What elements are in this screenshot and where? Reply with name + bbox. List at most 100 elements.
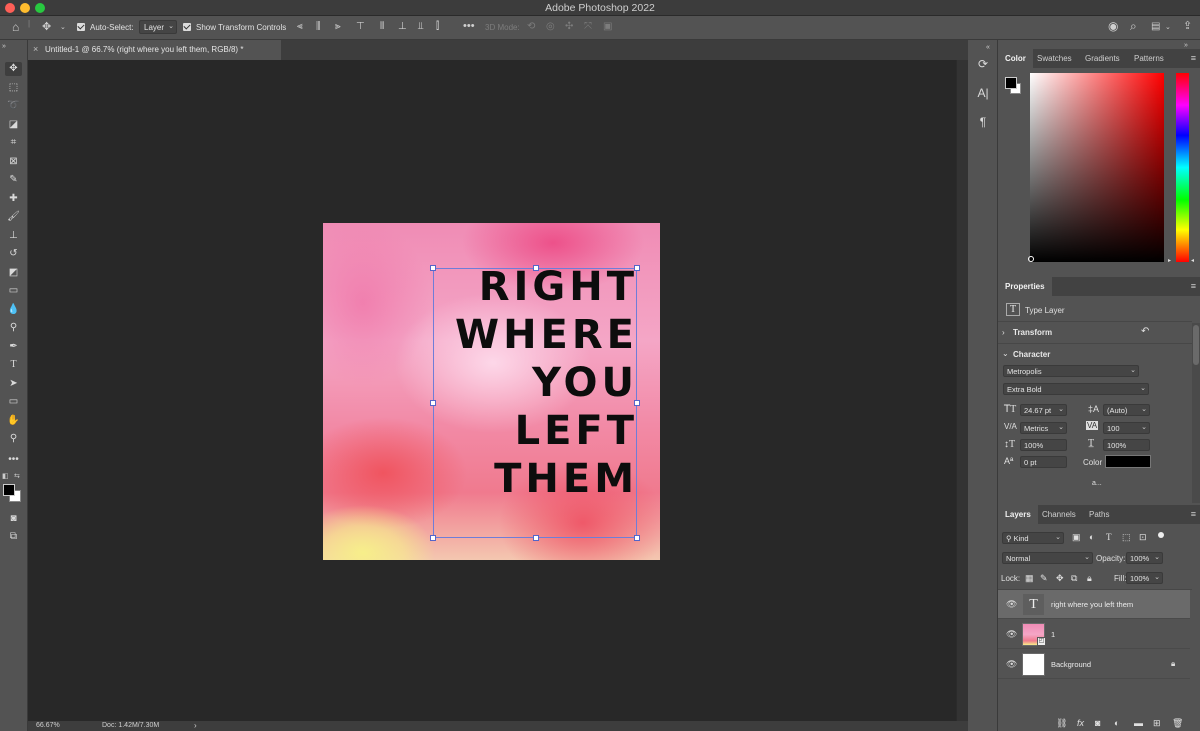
home-icon[interactable]: ⌂	[12, 21, 19, 33]
color-foreground-swatch[interactable]	[1005, 77, 1017, 89]
tab-paths[interactable]: Paths	[1082, 505, 1116, 524]
font-family-dropdown[interactable]: Metropolis ⌄	[1003, 365, 1139, 377]
layer-row[interactable]: 👁︎ T right where you left them	[998, 590, 1190, 619]
character-panel-icon[interactable]: A|	[975, 86, 991, 102]
distribute-horizontal-icon[interactable]: ⫿	[436, 22, 439, 32]
collapse-icon[interactable]: «	[986, 43, 990, 53]
rectangle-tool-icon[interactable]: ▭	[5, 395, 22, 409]
transform-bounding-box[interactable]	[433, 268, 637, 538]
clone-stamp-tool-icon[interactable]: ⊥	[5, 229, 22, 243]
baseline-shift-field[interactable]: 0 pt	[1020, 456, 1067, 468]
healing-brush-tool-icon[interactable]: ✚	[5, 192, 22, 206]
quick-mask-icon[interactable]: ◙	[5, 512, 22, 526]
move-tool-icon[interactable]: ✥	[5, 62, 22, 76]
collapse-icon[interactable]: »	[2, 42, 6, 52]
transform-handle[interactable]	[430, 535, 436, 541]
reset-icon[interactable]: ↶	[1141, 326, 1149, 337]
lock-all-icon[interactable]: 🔒︎	[1087, 573, 1092, 584]
search-icon[interactable]: ⌕	[1130, 20, 1137, 32]
new-layer-icon[interactable]: ⊞	[1153, 718, 1161, 729]
tab-gradients[interactable]: Gradients	[1078, 49, 1127, 68]
close-icon[interactable]: ×	[33, 44, 38, 54]
chevron-down-icon[interactable]: ⌄	[1165, 23, 1171, 33]
more-options-link[interactable]: a...	[1092, 480, 1102, 487]
lock-image-icon[interactable]: ✎	[1040, 573, 1048, 584]
transform-handle[interactable]	[634, 400, 640, 406]
transform-handle[interactable]	[634, 535, 640, 541]
hue-slider[interactable]	[1176, 73, 1189, 262]
filter-type-icon[interactable]: T	[1106, 532, 1112, 542]
layer-row[interactable]: 👁︎ ◰ 1	[998, 620, 1190, 649]
chevron-down-icon[interactable]: ⌄	[1002, 349, 1009, 358]
blur-tool-icon[interactable]: 💧	[5, 303, 22, 317]
zoom-level[interactable]: 66.67%	[36, 722, 60, 729]
object-select-tool-icon[interactable]: ◪	[5, 118, 22, 132]
hue-slider-thumb[interactable]: ▸	[1168, 257, 1171, 264]
opacity-field[interactable]: 100% ⌄	[1126, 552, 1163, 564]
link-layers-icon[interactable]: ⛓	[1056, 718, 1067, 729]
align-left-icon[interactable]: ⫷	[297, 22, 303, 32]
share-icon[interactable]: ⇪	[1183, 21, 1192, 32]
align-right-icon[interactable]: ⫸	[335, 22, 341, 32]
add-mask-icon[interactable]: ◙	[1095, 718, 1100, 728]
workspace-icon[interactable]: ▤	[1151, 22, 1160, 32]
tab-swatches[interactable]: Swatches	[1030, 49, 1079, 68]
align-center-icon[interactable]: ⫼	[316, 22, 321, 32]
eye-icon[interactable]: 👁︎	[1006, 629, 1017, 640]
foreground-color-swatch[interactable]	[3, 484, 15, 496]
transform-handle[interactable]	[533, 265, 539, 271]
pen-tool-icon[interactable]: ✒	[5, 340, 22, 354]
panel-menu-icon[interactable]: ≡	[1191, 281, 1196, 291]
lock-artboard-icon[interactable]: ⧉	[1071, 573, 1077, 584]
align-top-icon[interactable]: ⊤	[356, 22, 365, 32]
transform-section-title[interactable]: Transform	[1013, 328, 1052, 337]
gradient-tool-icon[interactable]: ▭	[5, 284, 22, 298]
paragraph-panel-icon[interactable]: ¶	[975, 115, 991, 131]
dodge-tool-icon[interactable]: ⚲	[5, 321, 22, 335]
horizontal-scale-field[interactable]: 100%	[1103, 439, 1150, 451]
edit-toolbar-icon[interactable]: •••	[5, 453, 22, 467]
transform-handle[interactable]	[430, 400, 436, 406]
lasso-tool-icon[interactable]: ➰	[5, 99, 22, 113]
default-colors-icon[interactable]: ◧	[2, 472, 9, 480]
leading-field[interactable]: (Auto) ⌄	[1103, 404, 1150, 416]
chevron-down-icon[interactable]: ⌄	[60, 23, 66, 33]
chevron-right-icon[interactable]: ›	[194, 721, 197, 730]
text-color-swatch[interactable]	[1105, 455, 1151, 468]
eraser-tool-icon[interactable]: ◩	[5, 266, 22, 280]
panel-menu-icon[interactable]: ≡	[1191, 53, 1196, 63]
brush-tool-icon[interactable]: 🖌	[5, 210, 22, 224]
filter-smart-object-icon[interactable]: ⊡	[1139, 532, 1147, 543]
layer-style-icon[interactable]: fx	[1077, 718, 1084, 728]
hue-slider-thumb-right[interactable]: ◂	[1191, 257, 1194, 264]
layer-name[interactable]: right where you left them	[1051, 600, 1133, 609]
eye-icon[interactable]: 👁︎	[1006, 659, 1017, 670]
align-bottom-icon[interactable]: ⫫	[418, 22, 424, 32]
screen-mode-icon[interactable]: ⧉	[5, 530, 22, 544]
tab-patterns[interactable]: Patterns	[1127, 49, 1171, 68]
distribute-vertical-icon[interactable]: ⫴	[380, 22, 384, 32]
vertical-scale-field[interactable]: 100%	[1020, 439, 1067, 451]
frame-tool-icon[interactable]: ⊠	[5, 155, 22, 169]
learn-icon[interactable]: ◉	[1108, 20, 1118, 32]
zoom-tool-icon[interactable]: ⚲	[5, 432, 22, 446]
layer-row[interactable]: 👁︎ Background 🔒︎	[998, 650, 1190, 679]
tab-color[interactable]: Color	[998, 49, 1033, 68]
tab-channels[interactable]: Channels	[1035, 505, 1083, 524]
align-middle-icon[interactable]: ⊥	[398, 22, 407, 32]
font-size-field[interactable]: 24.67 pt ⌄	[1020, 404, 1067, 416]
tab-layers[interactable]: Layers	[998, 505, 1038, 524]
color-picker-cursor[interactable]	[1028, 256, 1034, 262]
kerning-field[interactable]: Metrics ⌄	[1020, 422, 1067, 434]
more-options-icon[interactable]: •••	[463, 21, 475, 32]
adjustment-layer-icon[interactable]: ◐	[1114, 718, 1119, 728]
character-section-title[interactable]: Character	[1013, 350, 1050, 359]
layer-name[interactable]: Background	[1051, 660, 1091, 669]
font-style-dropdown[interactable]: Extra Bold ⌄	[1003, 383, 1149, 395]
auto-select-checkbox[interactable]	[77, 23, 85, 31]
transform-handle[interactable]	[430, 265, 436, 271]
show-transform-checkbox[interactable]	[183, 23, 191, 31]
collapse-icon[interactable]: »	[1184, 42, 1188, 49]
properties-scrollbar-thumb[interactable]	[1193, 325, 1199, 365]
vertical-scrollbar[interactable]	[956, 60, 968, 721]
